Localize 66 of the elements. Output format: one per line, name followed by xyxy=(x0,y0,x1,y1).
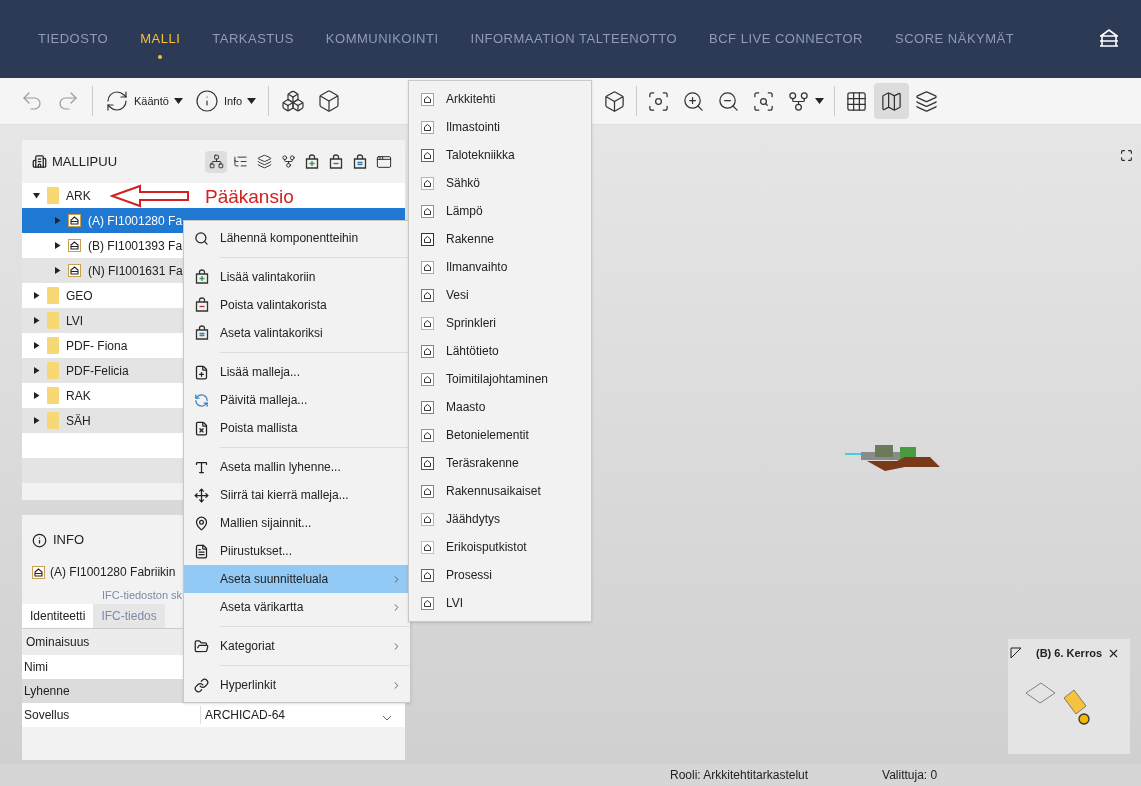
submenu-item[interactable]: Toimitilajohtaminen xyxy=(409,365,591,393)
nav-tab[interactable]: TARKASTUS xyxy=(198,23,308,55)
nav-tab[interactable]: INFORMAATION TALTEENOTTO xyxy=(456,23,692,55)
submenu-item[interactable]: Talotekniikka xyxy=(409,141,591,169)
submenu-item[interactable]: Teräsrakenne xyxy=(409,449,591,477)
selection-count: Valittuja: 0 xyxy=(882,767,938,784)
submenu-item[interactable]: Sprinkleri xyxy=(409,309,591,337)
context-menu-item[interactable]: Poista valintakorista xyxy=(184,291,410,319)
tree-label: (N) FI1001631 Fa xyxy=(88,262,183,280)
context-menu-item[interactable]: Lisää malleja... xyxy=(184,358,410,386)
panel-title: INFO xyxy=(53,531,85,550)
tree-label: (A) FI1001280 Fa xyxy=(88,212,183,230)
context-menu-item[interactable]: Siirrä tai kierrä malleja... xyxy=(184,481,410,509)
property-name: Sovellus xyxy=(23,706,71,724)
context-menu-item[interactable]: Hyperlinkit xyxy=(184,671,410,699)
context-menu-item[interactable]: Aseta värikartta xyxy=(184,593,410,621)
nav-tab[interactable]: SCORE NÄKYMÄT xyxy=(881,23,1029,55)
tree-label: PDF-Felicia xyxy=(66,362,129,380)
nav-tab[interactable]: MALLI xyxy=(126,23,195,55)
submenu-item[interactable]: Jäähdytys xyxy=(409,505,591,533)
info-tab[interactable]: Identiteetti xyxy=(22,603,94,628)
minimap-title: (B) 6. Kerros xyxy=(1036,645,1103,661)
submenu-item[interactable]: Ilmastointi xyxy=(409,113,591,141)
context-menu-item[interactable]: Mallien sijainnit... xyxy=(184,509,410,537)
tree-label: (B) FI1001393 Fa xyxy=(88,237,183,255)
column-header: Ominaisuus xyxy=(26,633,90,651)
nav-tab[interactable]: TIEDOSTO xyxy=(24,23,123,55)
submenu-item[interactable]: Lähtötieto xyxy=(409,337,591,365)
submenu-item[interactable]: Sähkö xyxy=(409,169,591,197)
context-menu-item[interactable]: Lisää valintakoriin xyxy=(184,263,410,291)
submenu-item[interactable]: Rakennusaikaiset xyxy=(409,477,591,505)
toolbar-dropdown-button[interactable]: Info xyxy=(188,83,263,119)
submenu-item[interactable]: Rakenne xyxy=(409,225,591,253)
context-menu-item[interactable]: Lähennä komponentteihin xyxy=(184,224,410,252)
context-menu-item[interactable]: Kategoriat xyxy=(184,632,410,660)
annotation-label: Pääkansio xyxy=(205,185,294,209)
submenu-item[interactable]: Maasto xyxy=(409,393,591,421)
context-menu-item[interactable]: Piirustukset... xyxy=(184,537,410,565)
context-menu-item[interactable]: Poista mallista xyxy=(184,414,410,442)
property-name: Nimi xyxy=(23,658,49,676)
submenu-item[interactable]: Erikoisputkistot xyxy=(409,533,591,561)
nav-tab[interactable]: KOMMUNIKOINTI xyxy=(311,23,453,55)
tree-label: PDF- Fiona xyxy=(66,337,128,355)
context-menu-item[interactable]: Päivitä malleja... xyxy=(184,386,410,414)
tree-label: GEO xyxy=(66,287,93,305)
panel-title: MALLIPUU xyxy=(52,152,118,171)
context-menu-item[interactable]: Aseta suunnitteluala xyxy=(184,565,410,593)
nav-tab[interactable]: BCF LIVE CONNECTOR xyxy=(695,23,877,55)
submenu-item[interactable]: Prosessi xyxy=(409,561,591,589)
tree-label: LVI xyxy=(66,312,84,330)
submenu-item[interactable]: Arkkitehti xyxy=(409,85,591,113)
property-name: Lyhenne xyxy=(23,682,71,700)
tree-label: SÄH xyxy=(66,412,91,430)
submenu-item[interactable]: Ilmanvaihto xyxy=(409,253,591,281)
submenu-item[interactable]: Lämpö xyxy=(409,197,591,225)
tree-label: RAK xyxy=(66,387,91,405)
tree-label: ARK xyxy=(66,187,91,205)
submenu-item[interactable]: Vesi xyxy=(409,281,591,309)
property-value: ARCHICAD-64 xyxy=(200,705,380,724)
role-status: Rooli: Arkkitehtitarkastelut xyxy=(670,767,809,784)
context-menu-item[interactable]: Aseta mallin lyhenne... xyxy=(184,453,410,481)
context-menu-item[interactable]: Aseta valintakoriksi xyxy=(184,319,410,347)
model-name: (A) FI1001280 Fabriikin xyxy=(50,564,176,581)
toolbar-dropdown-button[interactable]: Kääntö xyxy=(99,83,189,119)
submenu-item[interactable]: LVI xyxy=(409,589,591,617)
submenu-item[interactable]: Betonielementit xyxy=(409,421,591,449)
